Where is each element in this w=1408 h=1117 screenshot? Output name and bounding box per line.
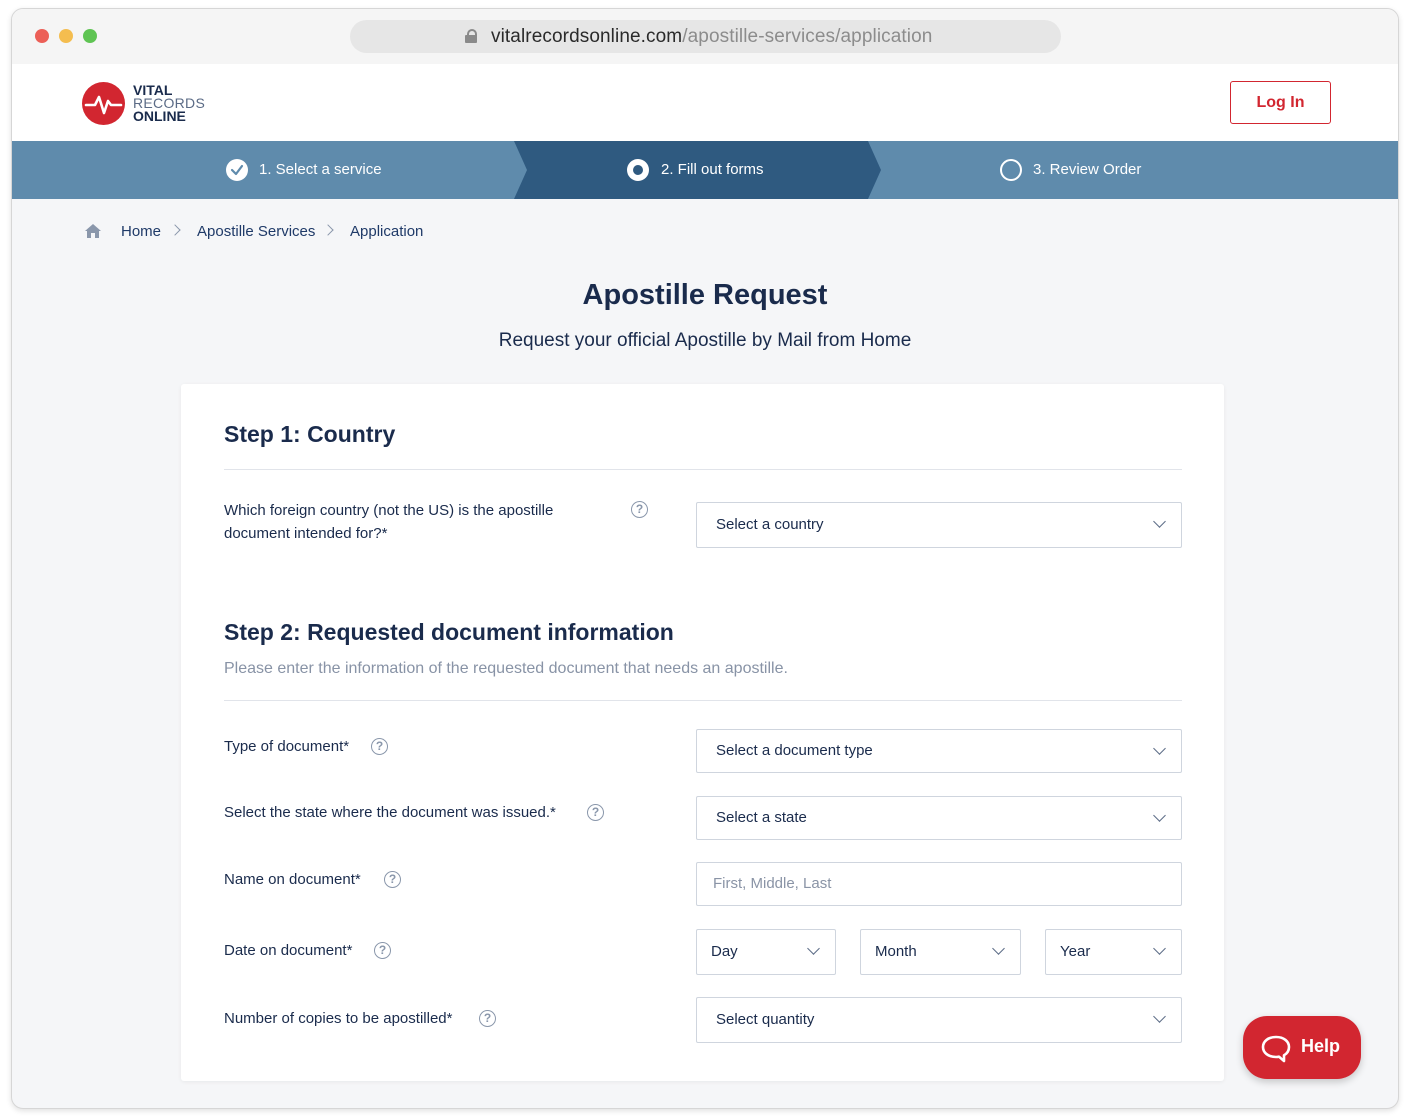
document-type-select[interactable]: Select a document type <box>696 729 1182 773</box>
page-subtitle: Request your official Apostille by Mail … <box>498 330 912 351</box>
copies-value: Select quantity <box>716 1011 815 1028</box>
login-button[interactable]: Log In <box>1230 81 1331 124</box>
issuing-state-label: Select the state where the document was … <box>224 804 556 821</box>
country-select-value: Select a country <box>716 516 824 533</box>
chat-bubble-icon <box>1260 1034 1292 1069</box>
progress-steps: 1. Select a service 2. Fill out forms 3.… <box>12 141 1398 199</box>
apostille-form-card: Step 1: Country Which foreign country (n… <box>181 384 1224 1081</box>
chevron-down-icon <box>807 942 820 955</box>
month-value: Month <box>875 943 917 960</box>
step-label: 2. Fill out forms <box>661 161 764 178</box>
chevron-right-icon <box>322 224 334 236</box>
breadcrumb-application: Application <box>350 223 424 240</box>
day-value: Day <box>711 943 738 960</box>
minimize-window-button[interactable] <box>59 29 73 43</box>
home-icon[interactable] <box>84 223 102 243</box>
day-select[interactable]: Day <box>696 929 836 975</box>
logo-text[interactable]: VITAL RECORDS ONLINE <box>133 83 205 124</box>
close-window-button[interactable] <box>35 29 49 43</box>
help-button-label: Help <box>1301 1036 1341 1056</box>
chevron-down-icon <box>1153 809 1166 822</box>
help-icon[interactable]: ? <box>371 738 388 755</box>
breadcrumb-home[interactable]: Home <box>121 223 161 240</box>
date-on-document-label: Date on document* <box>224 942 353 959</box>
copies-select[interactable]: Select quantity <box>696 997 1182 1043</box>
country-label: Which foreign country (not the US) is th… <box>224 502 554 542</box>
browser-window: vitalrecordsonline.com/apostille-service… <box>11 8 1399 1109</box>
maximize-window-button[interactable] <box>83 29 97 43</box>
copies-label: Number of copies to be apostilled* <box>224 1010 453 1027</box>
help-icon[interactable]: ? <box>479 1010 496 1027</box>
country-select[interactable]: Select a country <box>696 502 1182 548</box>
issuing-state-value: Select a state <box>716 809 807 826</box>
chevron-down-icon <box>1153 742 1166 755</box>
lock-icon <box>465 29 477 43</box>
year-value: Year <box>1060 943 1091 960</box>
help-chat-button[interactable]: Help <box>1243 1016 1361 1079</box>
site-header: VITAL RECORDS ONLINE Log In <box>12 64 1398 141</box>
issuing-state-select[interactable]: Select a state <box>696 796 1182 840</box>
chevron-down-icon <box>1153 1010 1166 1023</box>
breadcrumb-apostille-services[interactable]: Apostille Services <box>197 223 315 240</box>
logo-line-3: ONLINE <box>133 108 186 124</box>
name-on-document-input[interactable]: First, Middle, Last <box>696 862 1182 906</box>
divider <box>224 700 1182 701</box>
url-path: /apostille-services/application <box>682 26 933 47</box>
page-title: Apostille Request <box>582 279 828 311</box>
document-type-label: Type of document* <box>224 738 350 755</box>
step-label: 3. Review Order <box>1033 161 1142 178</box>
url-text: vitalrecordsonline.com/apostille-service… <box>491 20 932 53</box>
chevron-right-icon <box>169 224 181 236</box>
name-placeholder: First, Middle, Last <box>713 875 832 892</box>
check-circle-icon <box>226 159 248 181</box>
step2-subtitle: Please enter the information of the requ… <box>224 660 788 677</box>
step2-title: Step 2: Requested document information <box>224 619 674 645</box>
logo-heartbeat-icon[interactable] <box>82 82 125 125</box>
help-icon[interactable]: ? <box>631 501 648 518</box>
empty-circle-icon <box>1000 159 1022 181</box>
step1-title: Step 1: Country <box>224 421 396 447</box>
help-icon[interactable]: ? <box>384 871 401 888</box>
url-domain: vitalrecordsonline.com <box>491 26 683 47</box>
help-icon[interactable]: ? <box>374 942 391 959</box>
divider <box>224 469 1182 470</box>
chevron-down-icon <box>992 942 1005 955</box>
chevron-down-icon <box>1153 942 1166 955</box>
step-label: 1. Select a service <box>259 161 382 178</box>
browser-toolbar: vitalrecordsonline.com/apostille-service… <box>12 9 1398 65</box>
year-select[interactable]: Year <box>1045 929 1182 975</box>
address-bar[interactable]: vitalrecordsonline.com/apostille-service… <box>350 20 1061 53</box>
month-select[interactable]: Month <box>860 929 1021 975</box>
chevron-down-icon <box>1153 515 1166 528</box>
active-step-icon <box>627 159 649 181</box>
document-type-value: Select a document type <box>716 742 873 759</box>
help-icon[interactable]: ? <box>587 804 604 821</box>
name-on-document-label: Name on document* <box>224 871 361 888</box>
